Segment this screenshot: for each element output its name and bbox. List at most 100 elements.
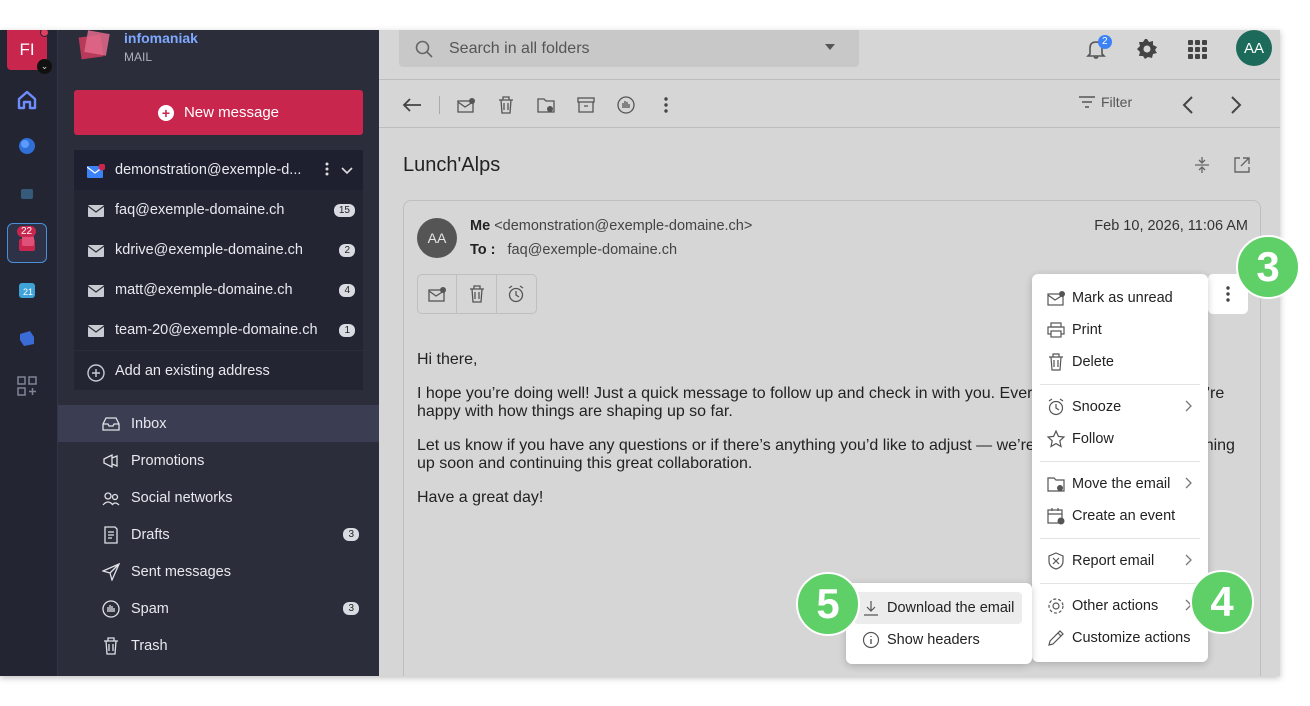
- spam-hand-icon[interactable]: [615, 94, 637, 116]
- chevron-down-icon[interactable]: [341, 163, 353, 179]
- mark-unread-icon[interactable]: [455, 94, 477, 116]
- add-address-button[interactable]: Add an existing address: [74, 350, 363, 390]
- menu-item-mark-unread[interactable]: Mark as unread: [1032, 282, 1208, 314]
- move-folder-icon[interactable]: [535, 94, 557, 116]
- snooze-alarm-icon: [1047, 398, 1065, 416]
- account-item-team-20[interactable]: team-20@exemple-domaine.ch 1: [74, 310, 363, 350]
- open-external-icon[interactable]: [1231, 154, 1253, 176]
- apps-grid-icon[interactable]: [1182, 34, 1212, 64]
- menu-item-follow[interactable]: Follow: [1032, 423, 1208, 455]
- menu-item-download-email[interactable]: Download the email: [854, 592, 1022, 624]
- draft-icon: [102, 525, 120, 544]
- mail-badge: 22: [17, 226, 37, 237]
- calendar-add-icon: [1047, 507, 1065, 525]
- menu-label: Move the email: [1072, 476, 1171, 492]
- menu-label: Mark as unread: [1072, 290, 1173, 306]
- more-vertical-icon: [1226, 286, 1230, 302]
- folder-spam[interactable]: Spam 3: [58, 590, 379, 627]
- mail-sidebar: infomaniak MAIL + New message demonstrat…: [58, 30, 379, 676]
- message-quick-actions: [417, 274, 537, 314]
- menu-item-show-headers[interactable]: Show headers: [846, 624, 1032, 656]
- search-placeholder: Search in all folders: [449, 39, 590, 57]
- menu-item-delete[interactable]: Delete: [1032, 346, 1208, 378]
- search-input[interactable]: Search in all folders: [399, 30, 859, 67]
- folder-label: Sent messages: [131, 563, 231, 580]
- account-label: demonstration@exemple-d...: [115, 162, 302, 178]
- trash-icon[interactable]: [457, 275, 497, 313]
- new-message-button[interactable]: + New message: [74, 90, 363, 135]
- account-label: faq@exemple-domaine.ch: [115, 202, 285, 218]
- filter-button[interactable]: Filter: [1079, 94, 1132, 110]
- mail-icon: [87, 204, 105, 217]
- mark-unread-icon[interactable]: [418, 275, 458, 313]
- folder-drafts[interactable]: Drafts 3: [58, 516, 379, 553]
- menu-label: Report email: [1072, 553, 1155, 569]
- calendar-icon[interactable]: 21: [7, 270, 47, 310]
- chevron-down-icon: ⌄: [37, 59, 52, 74]
- menu-item-move-email[interactable]: Move the email: [1032, 468, 1208, 500]
- sender-address[interactable]: <demonstration@exemple-domaine.ch>: [494, 218, 752, 234]
- svg-text:21: 21: [23, 287, 33, 297]
- download-icon: [862, 599, 880, 617]
- printer-icon: [1047, 321, 1065, 339]
- more-vertical-icon[interactable]: [655, 94, 677, 116]
- user-switcher[interactable]: FI ⌄: [7, 30, 52, 74]
- home-icon[interactable]: [7, 80, 47, 120]
- recipient-address[interactable]: faq@exemple-domaine.ch: [508, 242, 677, 258]
- menu-separator: [1040, 461, 1200, 462]
- info-circle-icon: [862, 631, 880, 649]
- trash-icon[interactable]: [495, 94, 517, 116]
- menu-item-report-email[interactable]: Report email: [1032, 545, 1208, 577]
- sender-name[interactable]: Me: [470, 218, 490, 234]
- mail-app-icon[interactable]: 22: [7, 223, 47, 263]
- back-arrow-icon[interactable]: [401, 94, 423, 116]
- folder-count-badge: 3: [343, 602, 359, 615]
- new-message-label: New message: [183, 104, 280, 121]
- menu-item-other-actions[interactable]: Other actions: [1032, 590, 1208, 622]
- drive-icon[interactable]: [7, 318, 47, 358]
- mail-unread-icon: [86, 163, 106, 178]
- step-callout-5: 5: [796, 572, 860, 636]
- folder-label: Social networks: [131, 489, 233, 506]
- planet-icon[interactable]: [7, 126, 47, 166]
- account-item-matt[interactable]: matt@exemple-domaine.ch 4: [74, 270, 363, 310]
- folder-inbox[interactable]: Inbox: [58, 405, 379, 442]
- user-avatar[interactable]: AA: [1236, 30, 1272, 66]
- chevron-right-icon[interactable]: [1225, 94, 1247, 116]
- folder-social-networks[interactable]: Social networks: [58, 479, 379, 516]
- add-app-icon[interactable]: [7, 366, 47, 406]
- filter-label: Filter: [1101, 94, 1133, 110]
- account-item-faq[interactable]: faq@exemple-domaine.ch 15: [74, 190, 363, 230]
- snooze-alarm-icon[interactable]: [497, 275, 536, 313]
- folder-trash[interactable]: Trash: [58, 627, 379, 664]
- mail-icon: [87, 324, 105, 337]
- menu-item-print[interactable]: Print: [1032, 314, 1208, 346]
- cube-icon[interactable]: [7, 174, 47, 214]
- menu-separator: [1040, 583, 1200, 584]
- message-actions-menu: Mark as unread Print Delete Snooze Follo…: [1032, 274, 1208, 662]
- top-bar: Search in all folders 2 AA: [379, 30, 1280, 80]
- caret-down-icon[interactable]: [825, 44, 835, 50]
- gear-icon[interactable]: [1132, 34, 1162, 64]
- toolbar-divider: [439, 96, 440, 114]
- account-item-kdrive[interactable]: kdrive@exemple-domaine.ch 2: [74, 230, 363, 270]
- chevron-right-icon: [1185, 477, 1192, 493]
- folder-sent-messages[interactable]: Sent messages: [58, 553, 379, 590]
- spam-hand-icon: [102, 599, 120, 618]
- archive-icon[interactable]: [575, 94, 597, 116]
- menu-item-create-event[interactable]: Create an event: [1032, 500, 1208, 532]
- account-label: kdrive@exemple-domaine.ch: [115, 242, 303, 258]
- menu-item-snooze[interactable]: Snooze: [1032, 391, 1208, 423]
- notifications-bell-icon[interactable]: 2: [1081, 34, 1112, 64]
- report-shield-icon: [1047, 552, 1065, 570]
- collapse-expand-icon[interactable]: [1191, 154, 1213, 176]
- folder-promotions[interactable]: Promotions: [58, 442, 379, 479]
- account-label: matt@exemple-domaine.ch: [115, 282, 293, 298]
- chevron-left-icon[interactable]: [1177, 94, 1199, 116]
- menu-separator: [1040, 384, 1200, 385]
- menu-item-customize-actions[interactable]: Customize actions: [1032, 622, 1208, 654]
- account-item-demonstration[interactable]: demonstration@exemple-d...: [74, 150, 363, 190]
- status-dot: [40, 30, 49, 37]
- chevron-right-icon: [1185, 400, 1192, 416]
- more-vertical-icon[interactable]: [325, 162, 329, 180]
